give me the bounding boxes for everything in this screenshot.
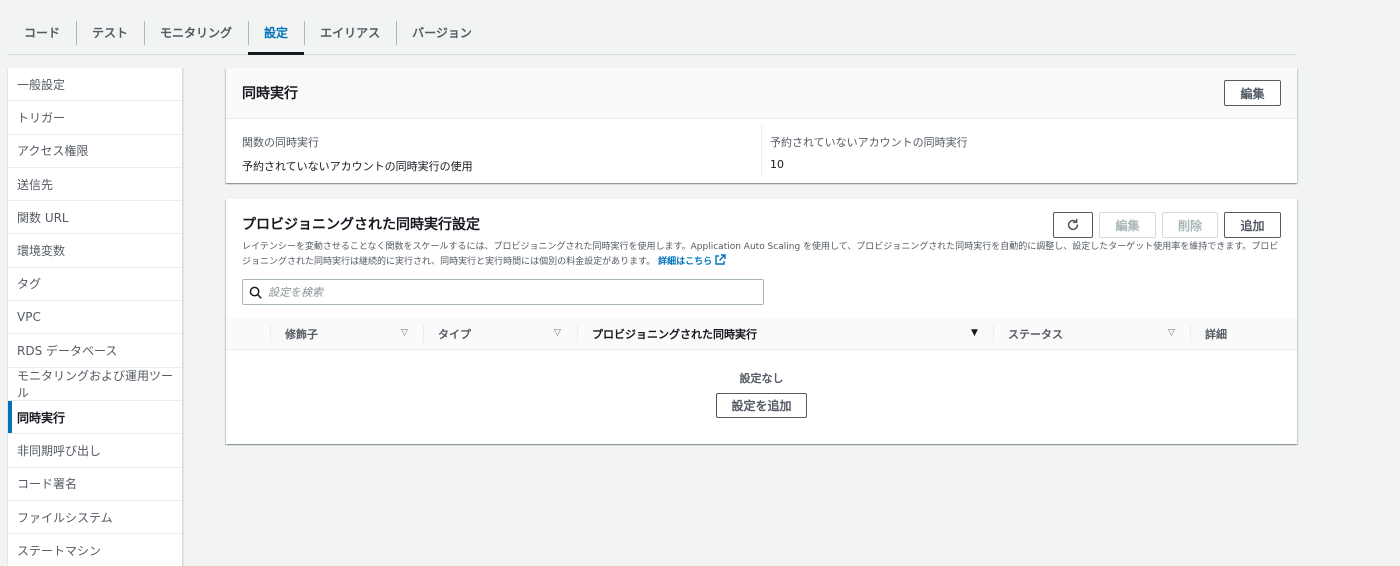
sidebar-item-permissions[interactable]: アクセス権限 — [8, 135, 182, 168]
sidebar-item-triggers[interactable]: トリガー — [8, 101, 182, 135]
sidebar-item-vpc[interactable]: VPC — [8, 301, 182, 335]
provisioned-edit-button[interactable]: 編集 — [1099, 212, 1156, 238]
tab-code[interactable]: コード — [8, 10, 76, 54]
table-header: 修飾子 ▽ タイプ ▽ プロビジョニングされた同時実行 ▼ ステータス ▽ 詳細 — [226, 318, 1297, 350]
tab-test[interactable]: テスト — [76, 10, 144, 54]
sidebar-item-tags[interactable]: タグ — [8, 268, 182, 302]
function-concurrency-field: 関数の同時実行 予約されていないアカウントの同時実行の使用 — [242, 134, 473, 174]
search-input[interactable] — [268, 285, 763, 299]
sort-desc-icon: ▼ — [971, 328, 978, 338]
function-concurrency-value: 予約されていないアカウントの同時実行の使用 — [242, 160, 473, 173]
sort-icon: ▽ — [401, 328, 408, 338]
sort-icon: ▽ — [1168, 328, 1175, 338]
provisioned-concurrency-panel: プロビジョニングされた同時実行設定 編集 削除 追加 レイテンシーを変動させるこ… — [226, 199, 1297, 444]
sidebar-item-function-url[interactable]: 関数 URL — [8, 201, 182, 235]
sidebar-item-async-invocation[interactable]: 非同期呼び出し — [8, 434, 182, 468]
column-qualifier-label: 修飾子 — [285, 328, 318, 341]
add-configuration-button[interactable]: 設定を追加 — [716, 393, 807, 418]
sidebar-item-env-vars[interactable]: 環境変数 — [8, 234, 182, 268]
column-qualifier[interactable]: 修飾子 ▽ — [270, 318, 423, 350]
tab-monitoring[interactable]: モニタリング — [144, 10, 248, 54]
concurrency-edit-button[interactable]: 編集 — [1224, 80, 1281, 106]
column-provisioned[interactable]: プロビジョニングされた同時実行 ▼ — [577, 318, 993, 350]
provisioned-add-button[interactable]: 追加 — [1224, 212, 1281, 238]
refresh-button[interactable] — [1053, 212, 1093, 238]
tab-aliases[interactable]: エイリアス — [304, 10, 396, 54]
concurrency-panel: 同時実行 編集 関数の同時実行 予約されていないアカウントの同時実行の使用 予約… — [226, 68, 1297, 183]
kv-divider — [761, 125, 762, 175]
concurrency-panel-header: 同時実行 編集 — [226, 68, 1297, 119]
provisioned-delete-button[interactable]: 削除 — [1162, 212, 1218, 238]
search-icon — [249, 286, 262, 299]
sidebar: 一般設定 トリガー アクセス権限 送信先 関数 URL 環境変数 タグ VPC … — [8, 68, 183, 566]
column-details-label: 詳細 — [1205, 328, 1227, 341]
refresh-icon — [1067, 218, 1079, 231]
unreserved-concurrency-label: 予約されていないアカウントの同時実行 — [770, 136, 968, 149]
sidebar-item-file-systems[interactable]: ファイルシステム — [8, 501, 182, 535]
column-type-label: タイプ — [438, 328, 471, 341]
column-provisioned-label: プロビジョニングされた同時実行 — [592, 328, 757, 341]
unreserved-concurrency-value: 10 — [770, 158, 784, 171]
tab-configuration[interactable]: 設定 — [248, 10, 305, 55]
tab-versions[interactable]: バージョン — [396, 10, 488, 54]
external-link-icon — [715, 254, 726, 265]
sidebar-item-destinations[interactable]: 送信先 — [8, 168, 182, 202]
concurrency-title: 同時実行 — [242, 86, 298, 102]
sidebar-item-concurrency[interactable]: 同時実行 — [8, 400, 182, 435]
provisioned-description: レイテンシーを変動させることなく関数をスケールするには、プロビジョニングされた同… — [242, 241, 1282, 269]
sort-icon: ▽ — [554, 328, 561, 338]
sidebar-item-general[interactable]: 一般設定 — [8, 68, 182, 102]
unreserved-concurrency-field: 予約されていないアカウントの同時実行 10 — [770, 134, 968, 171]
column-status-label: ステータス — [1008, 328, 1063, 341]
learn-more-link[interactable]: 詳細はこちら — [658, 254, 726, 267]
column-details: 詳細 — [1190, 318, 1290, 350]
tab-bar: コード テスト モニタリング 設定 エイリアス バージョン — [8, 10, 1297, 55]
learn-more-label: 詳細はこちら — [658, 257, 713, 267]
sidebar-item-code-signing[interactable]: コード署名 — [8, 468, 182, 501]
sidebar-item-state-machines[interactable]: ステートマシン — [8, 534, 182, 566]
column-status[interactable]: ステータス ▽ — [993, 318, 1190, 350]
empty-state-text: 設定なし — [739, 372, 784, 385]
search-field[interactable] — [242, 279, 764, 305]
sidebar-item-rds[interactable]: RDS データベース — [8, 334, 182, 368]
column-type[interactable]: タイプ ▽ — [423, 318, 576, 350]
sidebar-item-monitoring-tools[interactable]: モニタリングおよび運用ツール — [8, 368, 182, 401]
provisioned-title: プロビジョニングされた同時実行設定 — [242, 217, 480, 233]
function-concurrency-label: 関数の同時実行 — [242, 136, 319, 149]
provisioned-description-text: レイテンシーを変動させることなく関数をスケールするには、プロビジョニングされた同… — [242, 242, 1279, 267]
